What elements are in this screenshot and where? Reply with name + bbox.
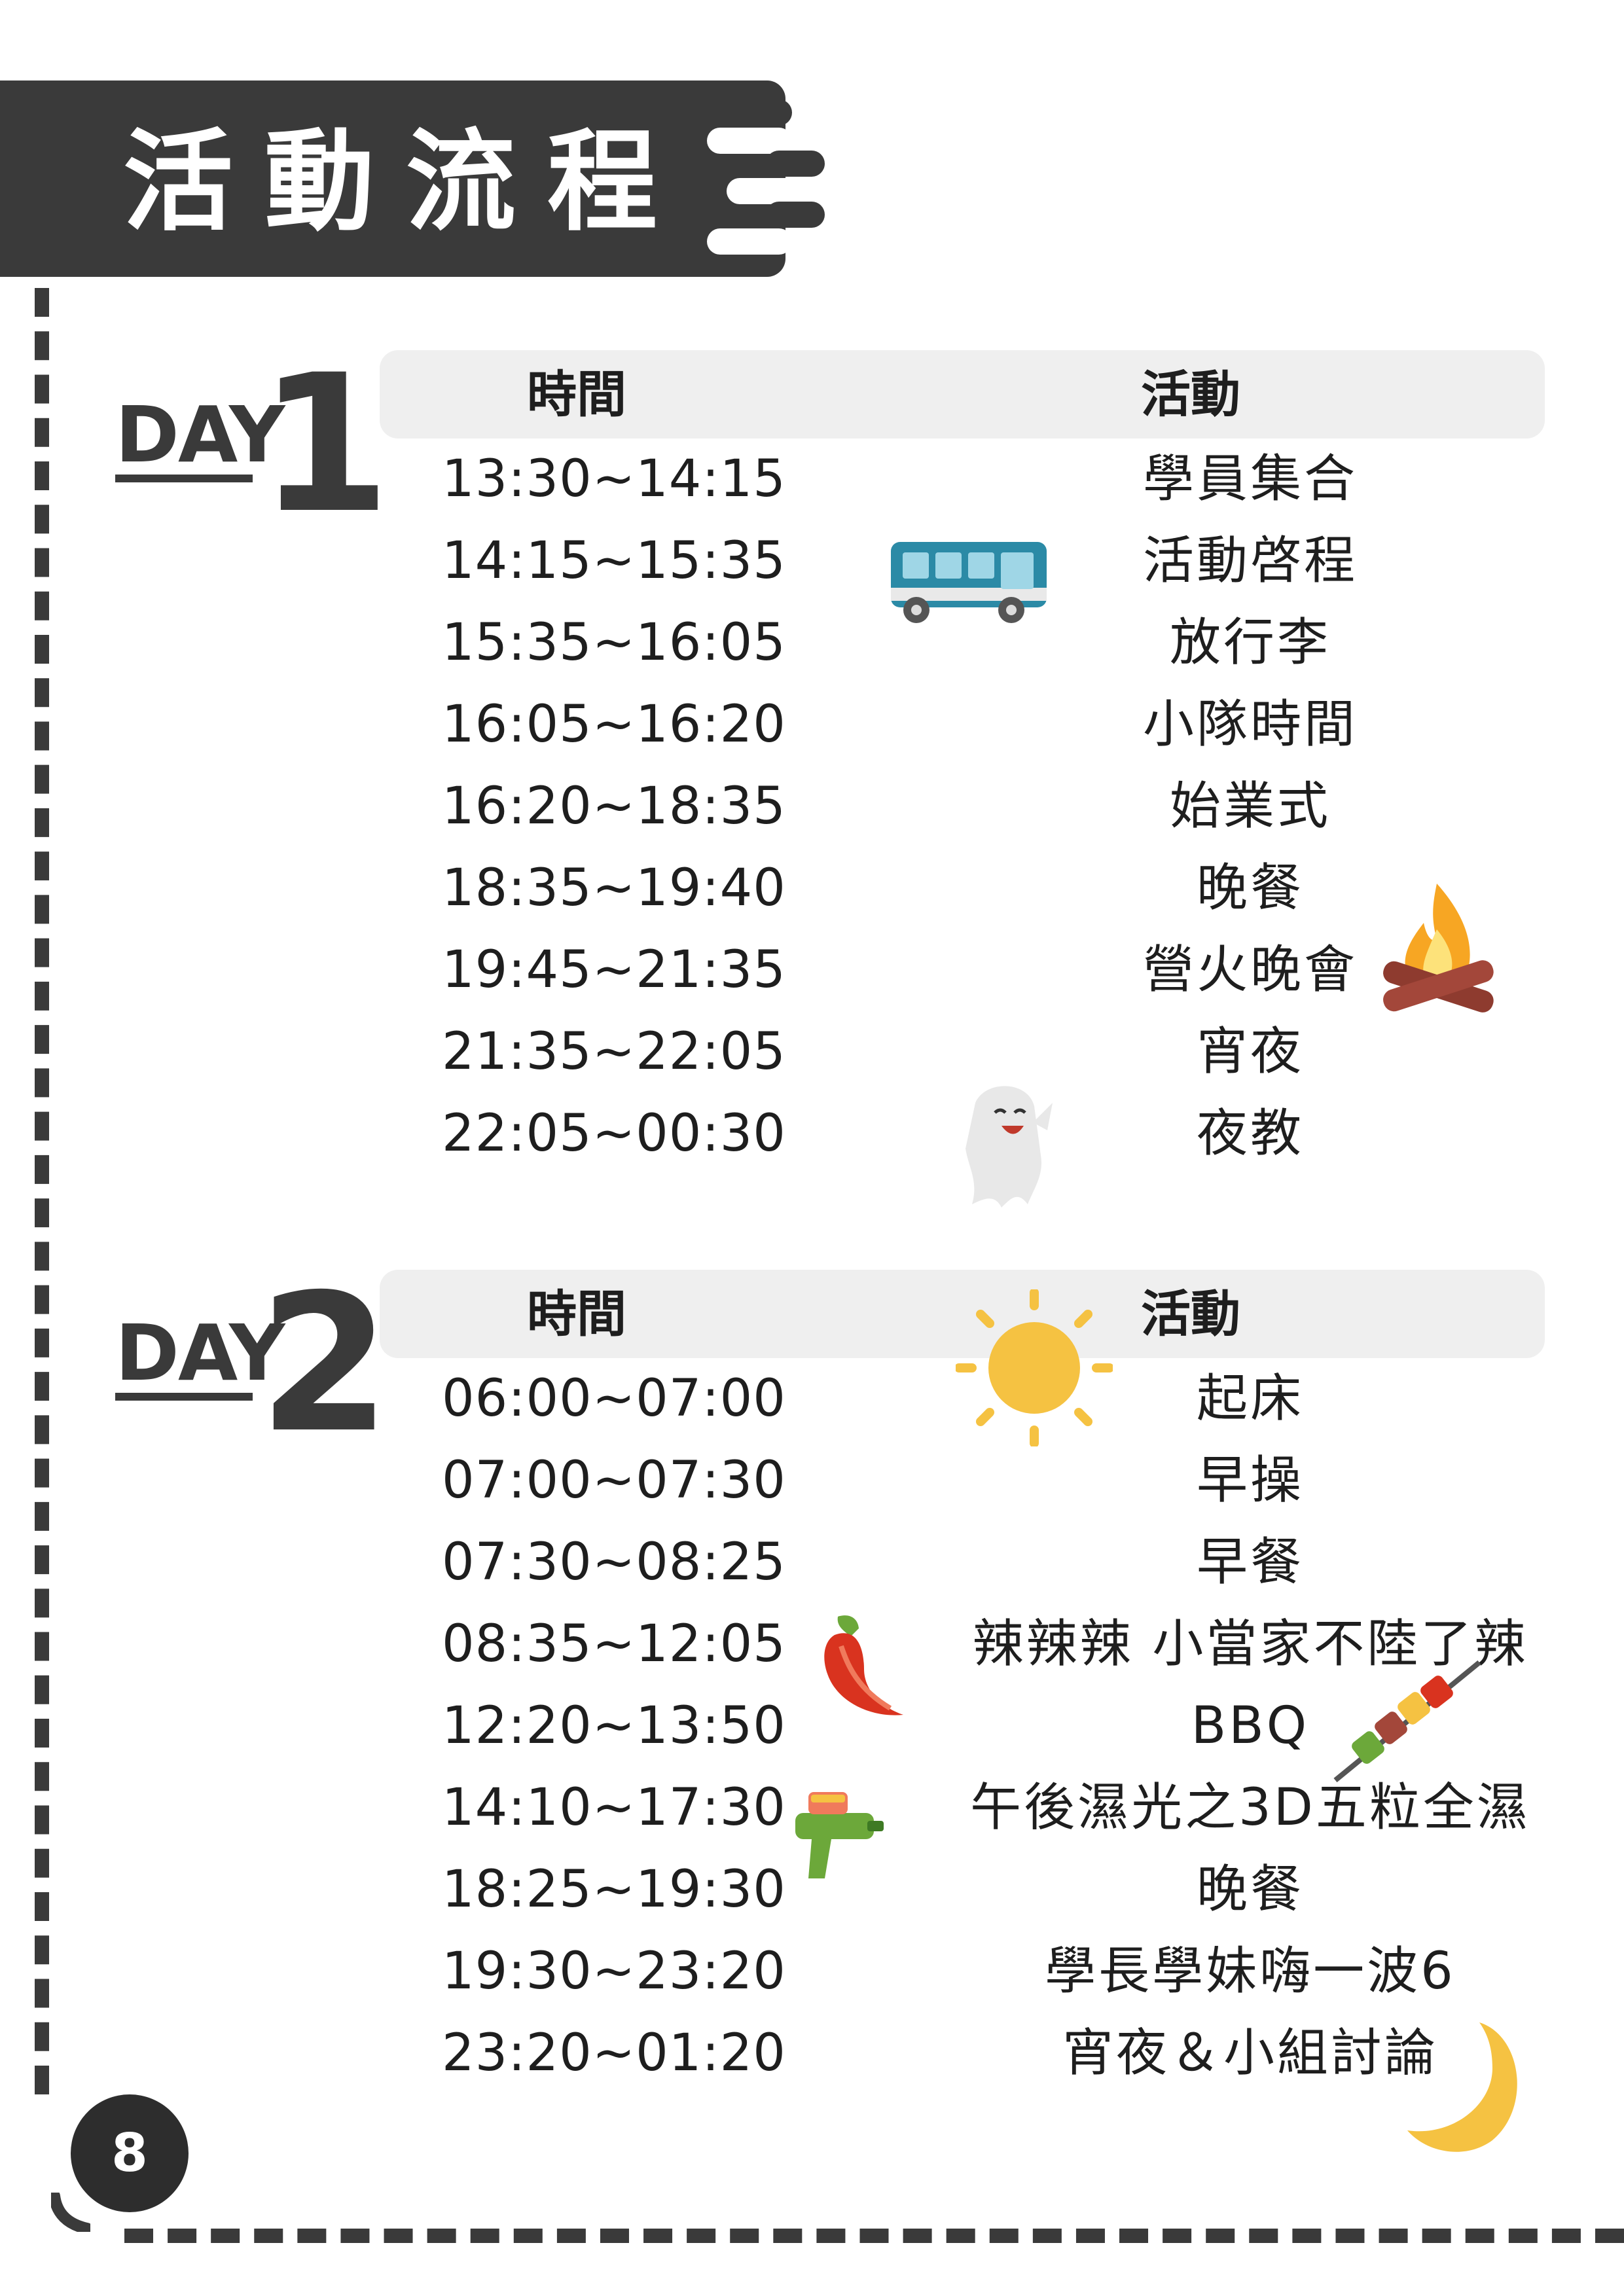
- water-gun-icon: [795, 1792, 884, 1878]
- time-cell: 19:30~23:20: [442, 1942, 786, 2001]
- day-underline: [115, 475, 253, 482]
- activity-cell: 晚餐: [1196, 1860, 1304, 1919]
- page-title: 活動流程: [123, 118, 689, 246]
- time-cell: 15:35~16:05: [442, 613, 786, 672]
- time-column-header: 時間: [527, 365, 626, 423]
- time-cell: 14:15~15:35: [442, 531, 786, 590]
- skewer-icon: [1333, 1660, 1481, 1783]
- dashed-frame-left: [35, 288, 49, 2094]
- time-cell: 13:30~14:15: [442, 450, 786, 509]
- table-row: 19:30~23:20 學長學妹嗨一波6: [380, 1931, 1545, 2013]
- time-cell: 14:10~17:30: [442, 1778, 786, 1837]
- time-cell: 18:35~19:40: [442, 859, 786, 918]
- banner-stripe: [707, 128, 792, 154]
- time-cell: 07:30~08:25: [442, 1533, 786, 1592]
- day-number: 2: [259, 1254, 391, 1475]
- activity-cell: 始業式: [1169, 777, 1331, 836]
- dashed-frame-bottom: [124, 2229, 1624, 2243]
- activity-cell: 辣辣辣 小當家不陸了辣: [972, 1615, 1528, 1674]
- banner-stripe: [727, 178, 818, 204]
- table-row: 18:25~19:30 晚餐: [380, 1849, 1545, 1931]
- time-cell: 16:20~18:35: [442, 777, 786, 836]
- dashed-frame-corner: [51, 2193, 90, 2232]
- table-row: 16:20~18:35 始業式: [380, 766, 1545, 848]
- time-cell: 19:45~21:35: [442, 941, 786, 999]
- day1-schedule-table: 時間 活動 13:30~14:15 學員集合 14:15~15:35 活動啓程 15…: [380, 350, 1545, 1175]
- table-row: 16:05~16:20 小隊時間: [380, 684, 1545, 766]
- time-cell: 23:20~01:20: [442, 2024, 786, 2083]
- time-column-header: 時間: [527, 1285, 626, 1343]
- page-number: 8: [71, 2094, 189, 2212]
- time-cell: 07:00~07:30: [442, 1451, 786, 1510]
- banner-stripe: [766, 151, 825, 177]
- bus-icon: [891, 542, 1047, 623]
- banner-stripe: [766, 202, 825, 228]
- ghost-icon: [965, 1086, 1053, 1208]
- activity-cell: BBQ: [1191, 1696, 1310, 1755]
- banner-stripe: [707, 228, 792, 255]
- day-number: 1: [259, 334, 391, 555]
- time-cell: 06:00~07:00: [442, 1369, 786, 1428]
- activity-cell: 午後濕光之3D五粒全濕: [970, 1778, 1530, 1837]
- banner-stripe: [753, 99, 792, 126]
- time-cell: 21:35~22:05: [442, 1022, 786, 1081]
- time-cell: 22:05~00:30: [442, 1104, 786, 1163]
- day-underline: [115, 1393, 253, 1401]
- activity-column-header: 活動: [1141, 1285, 1240, 1343]
- table-header: 時間 活動: [380, 350, 1545, 439]
- time-cell: 08:35~12:05: [442, 1615, 786, 1674]
- activity-cell: 學長學妹嗨一波6: [1045, 1942, 1456, 2001]
- table-row: 07:00~07:30 早操: [380, 1440, 1545, 1522]
- time-cell: 18:25~19:30: [442, 1860, 786, 1919]
- activity-column-header: 活動: [1141, 365, 1240, 423]
- crescent-moon-icon: [1407, 2022, 1517, 2152]
- activity-cell: 小隊時間: [1142, 695, 1358, 754]
- sun-icon: [956, 1289, 1113, 1446]
- table-row: 23:20~01:20 宵夜＆小組討論: [380, 2013, 1545, 2094]
- activity-cell: 早餐: [1196, 1533, 1304, 1592]
- table-row: 07:30~08:25 早餐: [380, 1522, 1545, 1604]
- activity-cell: 學員集合: [1142, 450, 1358, 509]
- time-cell: 12:20~13:50: [442, 1696, 786, 1755]
- chili-pepper-icon: [824, 1615, 903, 1715]
- campfire-icon: [1383, 884, 1494, 1013]
- table-row: 13:30~14:15 學員集合: [380, 439, 1545, 520]
- time-cell: 16:05~16:20: [442, 695, 786, 754]
- activity-cell: 早操: [1196, 1451, 1304, 1510]
